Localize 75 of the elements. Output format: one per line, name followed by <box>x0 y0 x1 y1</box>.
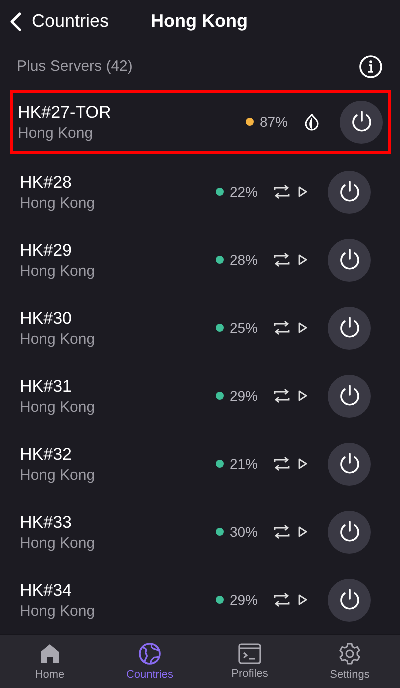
play-icon <box>298 594 308 606</box>
connect-button[interactable] <box>328 306 371 350</box>
server-row[interactable]: HK#30 Hong Kong 25% <box>0 294 390 362</box>
server-location: Hong Kong <box>20 602 96 620</box>
settings-icon <box>338 642 362 666</box>
server-name: HK#31 <box>20 376 73 397</box>
server-location: Hong Kong <box>20 262 96 280</box>
tab[interactable]: Home <box>0 635 100 688</box>
exchange-icon <box>274 457 290 472</box>
server-name: HK#29 <box>20 240 73 261</box>
exchange-icon <box>274 593 290 608</box>
server-location: Hong Kong <box>18 124 94 142</box>
server-row[interactable]: HK#32 Hong Kong 21% <box>0 430 390 498</box>
exchange-icon <box>274 185 290 200</box>
power-icon <box>338 248 362 272</box>
play-icon <box>298 322 308 334</box>
connect-button[interactable] <box>328 170 371 214</box>
server-location: Hong Kong <box>20 534 96 552</box>
play-icon <box>298 186 308 198</box>
connect-button[interactable] <box>328 238 371 282</box>
power-icon <box>338 384 362 408</box>
server-location: Hong Kong <box>20 398 96 416</box>
connect-button[interactable] <box>328 374 371 418</box>
load-percent: 87% <box>260 114 288 130</box>
power-icon <box>338 520 362 544</box>
exchange-icon <box>274 253 290 268</box>
server-row[interactable]: HK#29 Hong Kong 28% <box>0 226 390 294</box>
onion-icon <box>304 113 320 132</box>
exchange-icon <box>274 321 290 336</box>
server-name: HK#30 <box>20 308 73 329</box>
server-row[interactable]: HK#28 Hong Kong 22% <box>0 158 390 226</box>
power-icon <box>350 110 374 134</box>
exchange-icon <box>274 525 290 540</box>
info-icon[interactable] <box>359 54 383 79</box>
connect-button[interactable] <box>340 100 383 144</box>
play-icon <box>298 526 308 538</box>
connect-button[interactable] <box>328 578 371 622</box>
exchange-icon <box>274 389 290 404</box>
server-name: HK#32 <box>20 444 73 465</box>
load-percent: 28% <box>230 252 258 268</box>
server-row[interactable]: HK#34 Hong Kong 29% <box>0 566 390 634</box>
server-location: Hong Kong <box>20 466 96 484</box>
load-percent: 21% <box>230 456 258 472</box>
tab[interactable]: Profiles <box>200 635 300 688</box>
chevron-left-icon <box>10 12 22 32</box>
server-location: Hong Kong <box>20 330 96 348</box>
server-row[interactable]: HK#27-TOR Hong Kong 87% <box>10 90 391 154</box>
connect-button[interactable] <box>328 510 371 554</box>
load-percent: 25% <box>230 320 258 336</box>
tab[interactable]: Countries <box>100 635 200 688</box>
tab[interactable]: Settings <box>300 635 400 688</box>
server-name: HK#33 <box>20 512 73 533</box>
page-title: Hong Kong <box>151 11 248 32</box>
terminal-icon <box>238 643 262 666</box>
power-icon <box>338 588 362 612</box>
power-icon <box>338 452 362 476</box>
play-icon <box>298 390 308 402</box>
section-title: Plus Servers (42) <box>17 58 133 76</box>
load-percent: 29% <box>230 388 258 404</box>
server-location: Hong Kong <box>20 194 96 212</box>
server-row[interactable]: HK#33 Hong Kong 30% <box>0 498 390 566</box>
globe-icon <box>138 642 162 666</box>
load-percent: 29% <box>230 592 258 608</box>
load-percent: 30% <box>230 524 258 540</box>
play-icon <box>298 254 308 266</box>
server-name: HK#34 <box>20 580 73 601</box>
power-icon <box>338 316 362 340</box>
power-icon <box>338 180 362 204</box>
play-icon <box>298 458 308 470</box>
server-name: HK#27-TOR <box>18 102 112 123</box>
connect-button[interactable] <box>328 442 371 486</box>
server-name: HK#28 <box>20 172 73 193</box>
load-percent: 22% <box>230 184 258 200</box>
server-row[interactable]: HK#31 Hong Kong 29% <box>0 362 390 430</box>
back-button[interactable]: Countries <box>10 11 110 32</box>
